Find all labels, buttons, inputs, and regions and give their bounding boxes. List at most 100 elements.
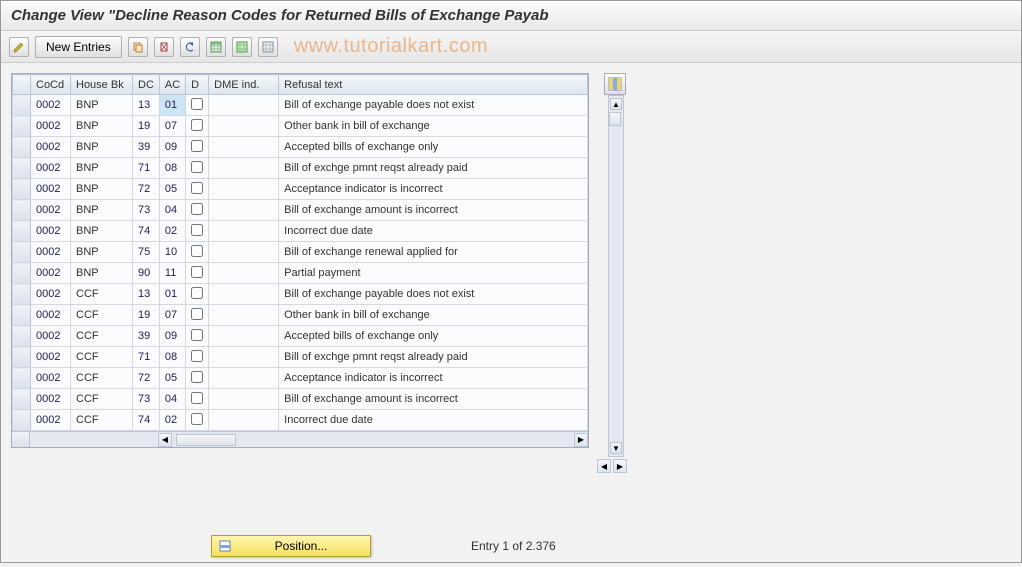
cell-ac[interactable]: 11 [159,263,185,284]
cell-dme[interactable] [209,263,279,284]
scroll-right2-icon[interactable]: ▶ [613,459,627,473]
cell-cocd[interactable]: 0002 [31,200,71,221]
cell-refusal[interactable]: Bill of exchge pmnt reqst already paid [279,347,588,368]
table-row[interactable]: 0002BNP1301Bill of exchange payable does… [13,95,588,116]
h-scrollbar-left[interactable]: ◀ ▶ [12,431,588,447]
cell-ac[interactable]: 09 [159,326,185,347]
cell-dme[interactable] [209,389,279,410]
cell-dc[interactable]: 39 [133,137,160,158]
col-cocd[interactable]: CoCd [31,75,71,95]
col-refusal[interactable]: Refusal text [279,75,588,95]
cell-cocd[interactable]: 0002 [31,326,71,347]
scroll-down-icon[interactable]: ▼ [610,442,622,454]
cell-d[interactable] [186,221,209,242]
cell-refusal[interactable]: Bill of exchange amount is incorrect [279,389,588,410]
table-row[interactable]: 0002CCF7205Acceptance indicator is incor… [13,368,588,389]
cell-ac[interactable]: 01 [159,284,185,305]
cell-refusal[interactable]: Incorrect due date [279,221,588,242]
cell-refusal[interactable]: Bill of exchange payable does not exist [279,95,588,116]
cell-dme[interactable] [209,95,279,116]
cell-d[interactable] [186,95,209,116]
toggle-edit-icon[interactable] [9,37,29,57]
d-checkbox[interactable] [191,413,203,425]
table-row[interactable]: 0002CCF1301Bill of exchange payable does… [13,284,588,305]
row-selector[interactable] [13,137,31,158]
col-ac[interactable]: AC [159,75,185,95]
cell-cocd[interactable]: 0002 [31,389,71,410]
cell-housebk[interactable]: CCF [71,326,133,347]
cell-dme[interactable] [209,347,279,368]
cell-refusal[interactable]: Accepted bills of exchange only [279,137,588,158]
delete-icon[interactable] [154,37,174,57]
cell-refusal[interactable]: Acceptance indicator is incorrect [279,179,588,200]
d-checkbox[interactable] [191,371,203,383]
cell-housebk[interactable]: CCF [71,305,133,326]
cell-cocd[interactable]: 0002 [31,347,71,368]
cell-d[interactable] [186,242,209,263]
d-checkbox[interactable] [191,350,203,362]
col-rowsel[interactable] [13,75,31,95]
row-selector[interactable] [13,242,31,263]
cell-dme[interactable] [209,242,279,263]
cell-dc[interactable]: 72 [133,179,160,200]
cell-dme[interactable] [209,200,279,221]
row-selector[interactable] [13,158,31,179]
cell-dc[interactable]: 90 [133,263,160,284]
cell-cocd[interactable]: 0002 [31,305,71,326]
cell-dc[interactable]: 19 [133,116,160,137]
cell-cocd[interactable]: 0002 [31,95,71,116]
table-row[interactable]: 0002CCF1907Other bank in bill of exchang… [13,305,588,326]
configure-columns-icon[interactable] [604,73,626,95]
d-checkbox[interactable] [191,203,203,215]
cell-d[interactable] [186,263,209,284]
cell-dme[interactable] [209,368,279,389]
cell-refusal[interactable]: Incorrect due date [279,410,588,431]
table-row[interactable]: 0002CCF7108Bill of exchge pmnt reqst alr… [13,347,588,368]
copy-icon[interactable] [128,37,148,57]
row-selector[interactable] [13,221,31,242]
table-row[interactable]: 0002BNP7304Bill of exchange amount is in… [13,200,588,221]
cell-d[interactable] [186,368,209,389]
cell-dc[interactable]: 39 [133,326,160,347]
cell-ac[interactable]: 05 [159,179,185,200]
cell-ac[interactable]: 07 [159,116,185,137]
d-checkbox[interactable] [191,266,203,278]
table-row[interactable]: 0002CCF7304Bill of exchange amount is in… [13,389,588,410]
cell-ac[interactable]: 04 [159,389,185,410]
cell-housebk[interactable]: BNP [71,95,133,116]
table-row[interactable]: 0002CCF3909Accepted bills of exchange on… [13,326,588,347]
scroll-right-icon[interactable]: ▶ [574,433,588,447]
d-checkbox[interactable] [191,329,203,341]
cell-cocd[interactable]: 0002 [31,368,71,389]
d-checkbox[interactable] [191,119,203,131]
cell-cocd[interactable]: 0002 [31,179,71,200]
cell-refusal[interactable]: Bill of exchange payable does not exist [279,284,588,305]
select-block-icon[interactable] [232,37,252,57]
cell-ac[interactable]: 02 [159,221,185,242]
cell-refusal[interactable]: Other bank in bill of exchange [279,305,588,326]
cell-ac[interactable]: 05 [159,368,185,389]
cell-cocd[interactable]: 0002 [31,263,71,284]
table-row[interactable]: 0002BNP9011Partial payment [13,263,588,284]
cell-refusal[interactable]: Other bank in bill of exchange [279,116,588,137]
cell-dc[interactable]: 13 [133,95,160,116]
cell-dme[interactable] [209,410,279,431]
cell-d[interactable] [186,410,209,431]
cell-housebk[interactable]: CCF [71,284,133,305]
cell-housebk[interactable]: BNP [71,179,133,200]
cell-cocd[interactable]: 0002 [31,221,71,242]
cell-dme[interactable] [209,284,279,305]
cell-d[interactable] [186,200,209,221]
d-checkbox[interactable] [191,161,203,173]
cell-refusal[interactable]: Partial payment [279,263,588,284]
cell-dc[interactable]: 71 [133,347,160,368]
cell-refusal[interactable]: Bill of exchge pmnt reqst already paid [279,158,588,179]
select-all-icon[interactable] [206,37,226,57]
cell-dme[interactable] [209,305,279,326]
cell-ac[interactable]: 02 [159,410,185,431]
cell-d[interactable] [186,347,209,368]
row-selector[interactable] [13,263,31,284]
cell-d[interactable] [186,116,209,137]
scroll-left2-icon[interactable]: ◀ [597,459,611,473]
cell-housebk[interactable]: CCF [71,389,133,410]
